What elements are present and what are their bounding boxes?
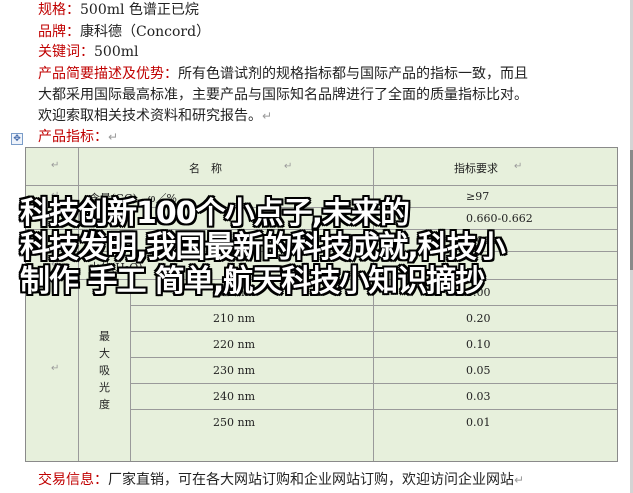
absorbance-char: 吸 [99, 364, 110, 377]
return-mark: ↵ [514, 161, 523, 172]
absorbance-value: 0.01 [466, 416, 491, 429]
keywords-value: 500ml [94, 44, 139, 60]
description-line-1: 产品简要描述及优势：所有色谱试剂的规格指标都与国际产品的指标一致，而且 [38, 64, 528, 84]
absorbance-label: 最 大 吸 光 度 [99, 328, 113, 413]
absorbance-label-cell: 最 大 吸 光 度 [79, 280, 131, 461]
absorbance-value: 0.05 [466, 364, 491, 377]
return-mark: ↵ [262, 109, 273, 123]
absorbance-value-cell: 0.03 [374, 384, 617, 410]
brand-value: 康科德（Concord） [80, 24, 211, 40]
description-text-1: 所有色谱试剂的规格指标都与国际产品的指标一致，而且 [178, 66, 528, 82]
absorbance-value-cell: 0.10 [374, 332, 617, 358]
wavelength-text: 230 nm [213, 364, 256, 377]
spec-line: 规格：500ml 色谱正已烷 [38, 0, 199, 20]
description-text-2: 大都采用国际最高标准，主要产品与国际知名品牌进行了全面的质量指标比对。 [38, 87, 528, 103]
absorbance-value-cell: 0.05 [374, 358, 617, 384]
absorbance-value: 0.10 [466, 338, 491, 351]
description-line-2: 大都采用国际最高标准，主要产品与国际知名品牌进行了全面的质量指标比对。 [38, 85, 528, 105]
absorbance-value-cell: 0.20 [374, 306, 617, 332]
indicators-line: 产品指标：↵ [38, 127, 118, 147]
indicators-label: 产品指标： [38, 129, 108, 145]
wavelength-text: 210 nm [213, 312, 256, 325]
table-move-handle-icon[interactable]: ✥ [11, 133, 23, 145]
trade-line: 交易信息：厂家直销，可在各大网站订购和企业网站订购，欢迎访问企业网站↵ [38, 470, 524, 490]
keywords-line: 关键词：500ml [38, 42, 138, 62]
return-mark: ↵ [51, 363, 60, 374]
description-label: 产品简要描述及优势： [38, 66, 178, 82]
return-mark: ↵ [108, 130, 119, 144]
table-header-spec: 指标要求 ↵ [374, 148, 617, 186]
wavelength-text: 220 nm [213, 338, 256, 351]
brand-label: 品牌： [38, 24, 80, 40]
wavelength-cell: 210 nm [131, 306, 374, 332]
wavelength-cell: 230 nm [131, 358, 374, 384]
table-header-corner: ↵ [26, 148, 79, 186]
indicator-table: ↵ 名 称 ↵ 指标要求 ↵ ↵ 含量(GC)，φ／% ≥97 ↵ 0.660-0.… [25, 147, 618, 462]
wavelength-cell: 250 nm [131, 410, 374, 461]
trade-value: 厂家直销，可在各大网站订购和企业网站订购，欢迎访问企业网站 [108, 472, 514, 488]
spec-label: 规格： [38, 2, 80, 18]
header-spec-text: 指标要求 [454, 162, 498, 175]
return-mark: ↵ [514, 473, 525, 487]
keywords-label: 关键词： [38, 44, 94, 60]
title-overlay: 科技创新100个小点子,未来的 科技发明,我国最新的科技成就,科技小 制作 手工… [20, 197, 600, 299]
absorbance-char: 度 [99, 398, 110, 411]
absorbance-char: 大 [99, 347, 110, 360]
wavelength-cell: 240 nm [131, 384, 374, 410]
overlay-line-1: 科技创新100个小点子,未来的 [20, 196, 410, 231]
absorbance-char: 光 [99, 381, 110, 394]
return-mark: ↵ [51, 160, 60, 171]
header-name-text: 名 称 [189, 162, 222, 175]
return-mark: ↵ [284, 161, 293, 172]
spec-value: 500ml 色谱正已烷 [80, 2, 199, 18]
overlay-line-2: 科技发明,我国最新的科技成就,科技小 [20, 230, 506, 265]
absorbance-index: ↵ [26, 280, 79, 461]
wavelength-text: 250 nm [213, 416, 256, 429]
description-line-3: 欢迎索取相关技术资料和研究报告。↵ [38, 106, 272, 126]
overlay-line-3: 制作 手工 简单,航天科技小知识摘抄 [20, 264, 485, 299]
absorbance-value: 0.03 [466, 390, 491, 403]
absorbance-value: 0.20 [466, 312, 491, 325]
absorbance-value-cell: 0.01 [374, 410, 617, 461]
absorbance-char: 最 [99, 330, 110, 343]
wavelength-text: 240 nm [213, 390, 256, 403]
brand-line: 品牌：康科德（Concord） [38, 22, 210, 42]
description-text-3: 欢迎索取相关技术资料和研究报告。 [38, 108, 262, 124]
document-page: 规格：500ml 色谱正已烷 品牌：康科德（Concord） 关键词：500ml… [0, 0, 633, 493]
table-header-name: 名 称 ↵ [79, 148, 374, 186]
wavelength-cell: 220 nm [131, 332, 374, 358]
trade-label: 交易信息： [38, 472, 108, 488]
